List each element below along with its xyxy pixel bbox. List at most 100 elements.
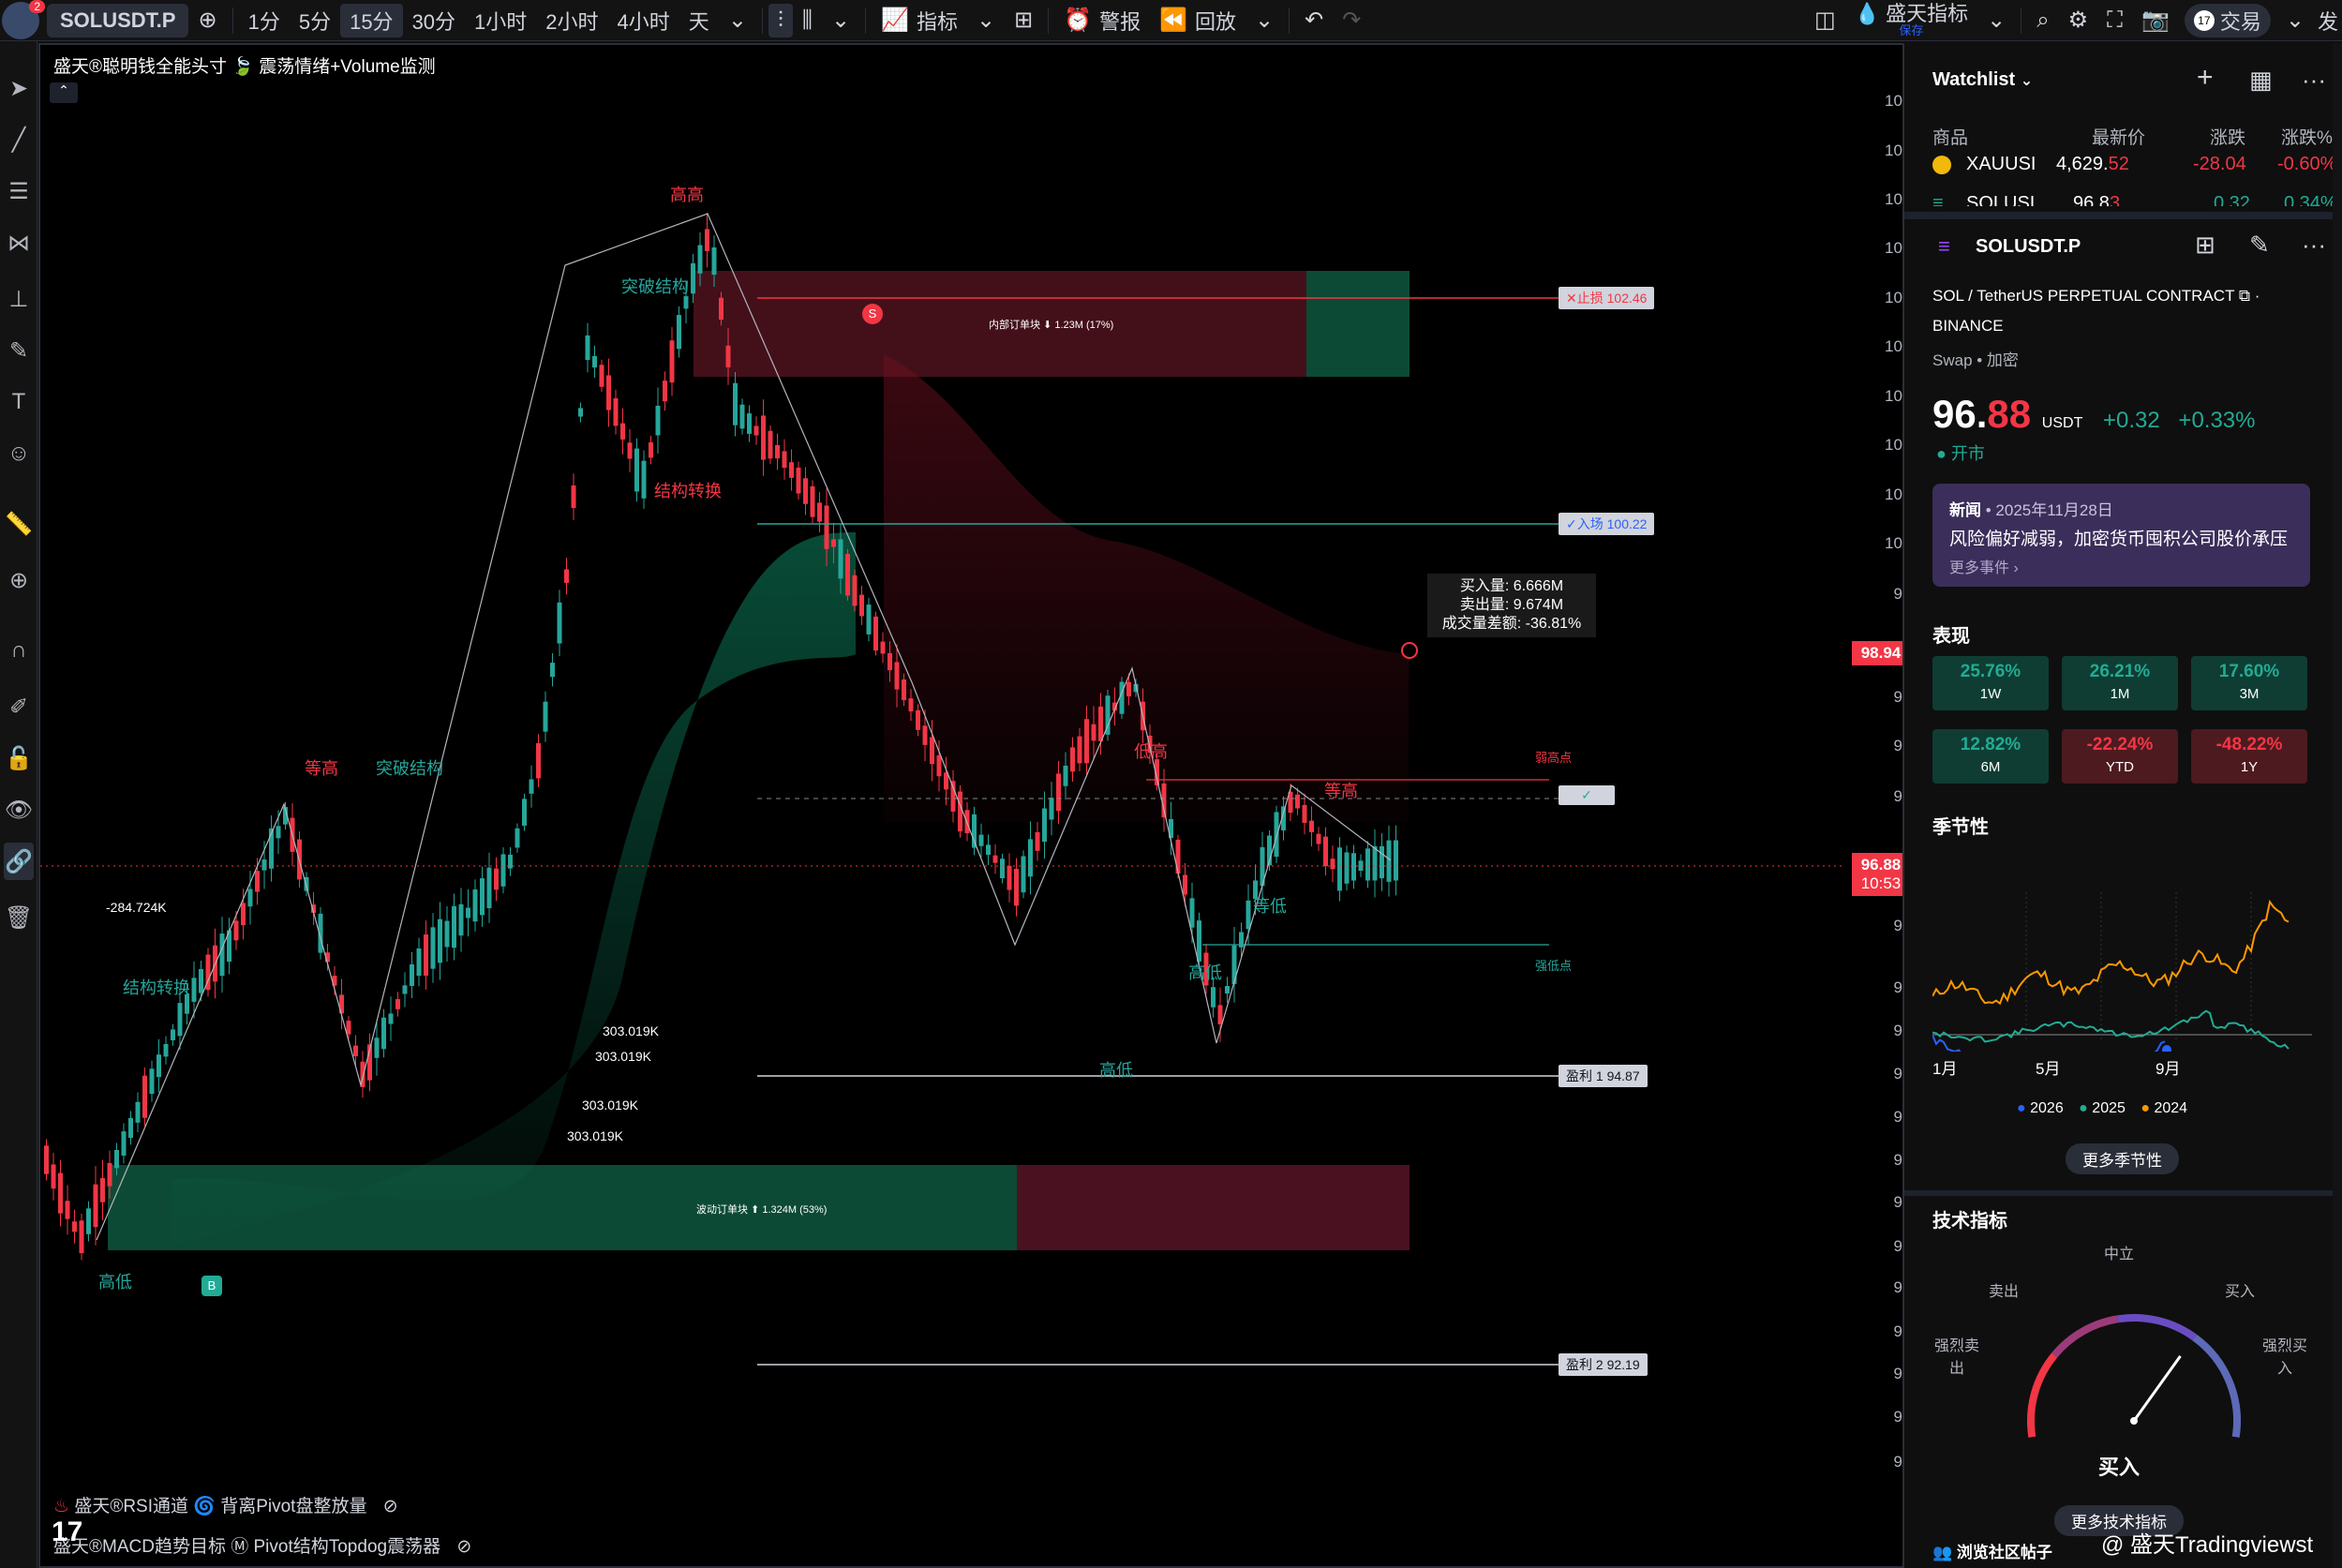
detail-symbol[interactable]: SOLUSDT.P bbox=[1976, 236, 2081, 258]
link-icon[interactable]: 🔗 bbox=[4, 843, 34, 880]
take-profit-1-tag[interactable]: 盈利 1 94.87 bbox=[1559, 1065, 1648, 1087]
indicator-title[interactable]: 盛天®聪明钱全能头寸 🍃 震荡情绪+Volume监测 bbox=[53, 52, 436, 78]
entry-tag[interactable]: ✓入场 100.22 bbox=[1559, 513, 1655, 535]
lock-draw-icon[interactable]: ✐ bbox=[4, 688, 34, 725]
replay-button[interactable]: ⏪ 回放 bbox=[1150, 0, 1246, 41]
projection-icon[interactable]: ⊥ bbox=[4, 280, 34, 318]
performance-title: 表现 bbox=[1932, 626, 1970, 647]
candle-body bbox=[142, 1075, 147, 1118]
avatar[interactable]: 2 bbox=[2, 0, 45, 39]
watchlist-title[interactable]: Watchlist ⌄ bbox=[1932, 69, 2033, 91]
col-symbol[interactable]: 商品 bbox=[1932, 124, 1968, 149]
quick-search-icon[interactable]: ⌕ bbox=[2027, 0, 2058, 41]
buy-signal-marker[interactable]: B bbox=[201, 1276, 222, 1296]
community-link[interactable]: 👥 浏览社区帖子 bbox=[1932, 1539, 2052, 1562]
layout-icon[interactable]: ⊞ bbox=[2195, 231, 2215, 260]
performance-cell-6m[interactable]: 12.82% 6M bbox=[1932, 729, 2049, 784]
trend-line-icon[interactable]: ╱ bbox=[4, 121, 34, 158]
chevron-down-icon[interactable]: ⌄ bbox=[1246, 0, 1283, 41]
chevron-down-icon[interactable]: ⌄ bbox=[822, 0, 859, 41]
interval-1m[interactable]: 1分 bbox=[239, 0, 290, 41]
lock-icon[interactable]: 🔓 bbox=[4, 739, 34, 777]
interval-5m[interactable]: 5分 bbox=[290, 0, 340, 41]
chevron-down-icon[interactable]: ⌄ bbox=[2276, 0, 2314, 41]
candle-body bbox=[1217, 1005, 1223, 1024]
watchlist-row[interactable]: XAUUSI 4,629.52 -28.04 -0.60% bbox=[1932, 154, 2336, 178]
green-band bbox=[172, 532, 856, 1245]
interval-1h[interactable]: 1小时 bbox=[465, 0, 536, 41]
fib-icon[interactable]: ☰ bbox=[4, 172, 34, 210]
candle-body bbox=[803, 478, 808, 504]
add-icon[interactable]: + bbox=[2197, 62, 2214, 94]
symbol-search-button[interactable]: SOLUSDT.P bbox=[47, 3, 189, 37]
check-tag[interactable]: ✓ bbox=[1559, 785, 1615, 805]
col-change[interactable]: 涨跌 bbox=[2210, 124, 2245, 149]
interval-2h[interactable]: 2小时 bbox=[536, 0, 607, 41]
chevron-down-icon[interactable]: ⌄ bbox=[719, 0, 756, 41]
news-card[interactable]: 新闻 • 2025年11月28日 风险偏好减弱，加密货币囤积公司股价承压 更多事… bbox=[1932, 484, 2310, 587]
publish-button[interactable]: 发 bbox=[2314, 0, 2342, 41]
eye-icon[interactable]: 👁 bbox=[4, 791, 34, 829]
sell-signal-marker[interactable]: S bbox=[862, 304, 883, 324]
trash-icon[interactable]: 🗑 bbox=[4, 899, 34, 936]
performance-cell-1y[interactable]: -48.22% 1Y bbox=[2191, 729, 2307, 784]
candle-body bbox=[353, 1045, 358, 1057]
interval-15m[interactable]: 15分 bbox=[340, 3, 403, 37]
candles-icon[interactable]: ⫶ bbox=[768, 3, 793, 37]
edit-icon[interactable]: ✎ bbox=[2249, 231, 2270, 260]
collapse-button[interactable]: ⌃ bbox=[50, 82, 78, 103]
eye-off-icon[interactable]: ⊘ bbox=[383, 1497, 398, 1516]
brand-save-button[interactable]: 💧 盛天指标 保存 bbox=[1845, 0, 1977, 41]
emoji-icon[interactable]: ☺ bbox=[4, 435, 34, 472]
chevron-down-icon[interactable]: ⌄ bbox=[1977, 0, 2015, 41]
more-icon[interactable]: ··· bbox=[2302, 231, 2326, 260]
news-more-link[interactable]: 更多事件 › bbox=[1949, 555, 2019, 577]
eye-off-icon[interactable]: ⊘ bbox=[456, 1537, 471, 1557]
ruler-icon[interactable]: 📏 bbox=[4, 505, 34, 543]
price-chart[interactable] bbox=[40, 45, 1844, 1566]
interval-30m[interactable]: 30分 bbox=[403, 0, 465, 41]
divider bbox=[761, 7, 763, 34]
performance-cell-1m[interactable]: 26.21% 1M bbox=[2062, 656, 2178, 710]
candle-body bbox=[1000, 859, 1005, 879]
zoom-in-icon[interactable]: ⊕ bbox=[4, 561, 34, 599]
bottom-indicator-2[interactable]: 盛天®MACD趋势目标 Ⓜ Pivot结构Topdog震荡器 ⊘ bbox=[53, 1532, 471, 1558]
chevron-down-icon[interactable]: ⌄ bbox=[967, 0, 1005, 41]
symbol-description[interactable]: SOL / TetherUS PERPETUAL CONTRACT ⧉ · bbox=[1932, 287, 2260, 306]
interval-4h[interactable]: 4小时 bbox=[608, 0, 679, 41]
col-last[interactable]: 最新价 bbox=[2092, 124, 2145, 149]
more-seasonality-button[interactable]: 更多季节性 bbox=[2066, 1143, 2179, 1174]
magnet-icon[interactable]: ∩ bbox=[4, 632, 34, 669]
bottom-indicator-1[interactable]: ♨ 盛天®RSI通道 🌀 背离Pivot盘整放量 ⊘ bbox=[53, 1492, 398, 1517]
stop-loss-tag[interactable]: ✕止损 102.46 bbox=[1559, 287, 1655, 309]
bars-icon[interactable]: ⫼ bbox=[793, 0, 822, 41]
watchlist-row[interactable]: ≡ SOLUSI 96.83 0.32 0.34% bbox=[1932, 193, 2335, 206]
performance-cell-3m[interactable]: 17.60% 3M bbox=[2191, 656, 2307, 710]
chart-pane[interactable]: 盛天®聪明钱全能头寸 🍃 震荡情绪+Volume监测 ⌃ 高高 突破结构 结构转… bbox=[38, 43, 1941, 1568]
brush-icon[interactable]: ✎ bbox=[4, 332, 34, 369]
candle-body bbox=[543, 701, 548, 732]
camera-icon[interactable]: 📷 bbox=[2132, 0, 2179, 41]
indicators-button[interactable]: 📈 指标 bbox=[872, 0, 967, 41]
season-x-1: 1月 bbox=[1932, 1060, 1958, 1078]
layout-icon[interactable]: ⊞ bbox=[1005, 0, 1042, 41]
performance-cell-1w[interactable]: 25.76% 1W bbox=[1932, 656, 2049, 710]
table-icon[interactable]: ▦ bbox=[2249, 66, 2273, 95]
more-icon[interactable]: ··· bbox=[2302, 66, 2326, 95]
gear-icon[interactable]: ⚙ bbox=[2059, 0, 2098, 41]
undo-icon[interactable]: ↶ bbox=[1295, 0, 1333, 41]
redo-icon[interactable]: ↷ bbox=[1333, 0, 1370, 41]
performance-cell-ytd[interactable]: -22.24% YTD bbox=[2062, 729, 2178, 784]
trade-button[interactable]: 17 交易 bbox=[2184, 3, 2271, 37]
cursor-icon[interactable]: ➤ bbox=[4, 69, 34, 107]
pattern-icon[interactable]: ⋈ bbox=[4, 224, 34, 261]
panel-toggle-icon[interactable]: ◫ bbox=[1805, 0, 1845, 41]
interval-1d[interactable]: 天 bbox=[679, 0, 719, 41]
text-icon[interactable]: T bbox=[4, 383, 34, 421]
seasonality-chart[interactable] bbox=[1932, 845, 2312, 1052]
col-change-pct[interactable]: 涨跌% bbox=[2281, 124, 2333, 149]
fullscreen-icon[interactable]: ⛶ bbox=[2097, 0, 2132, 41]
take-profit-2-tag[interactable]: 盈利 2 92.19 bbox=[1559, 1353, 1648, 1376]
alert-button[interactable]: ⏰ 警报 bbox=[1054, 0, 1150, 41]
compare-icon[interactable]: ⊕ bbox=[188, 0, 226, 41]
